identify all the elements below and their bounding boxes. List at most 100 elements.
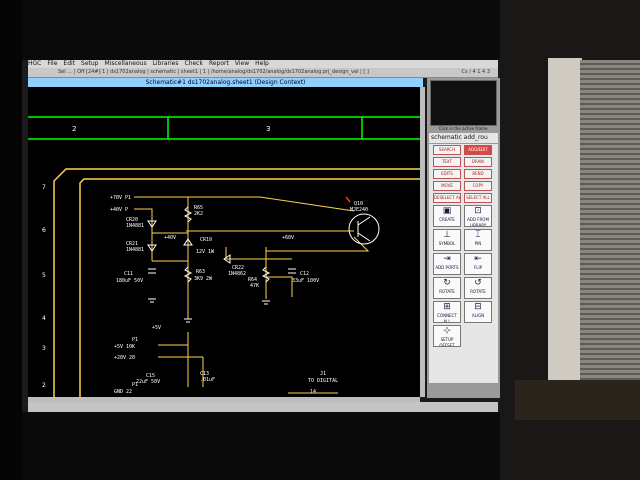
- add-from-library-tool-button[interactable]: ⊡ ADD FROM LIBRARY: [464, 205, 492, 227]
- tool-label: ADD PORTS: [435, 265, 459, 270]
- move-button[interactable]: MOVE: [433, 181, 461, 191]
- wire[interactable]: [265, 247, 293, 297]
- toolbar-path: Sel … | Off [24#] 1 | ds1702analog | sch…: [58, 69, 369, 75]
- menu-item-report[interactable]: Report: [209, 60, 229, 67]
- menu-bar: HGC File Edit Setup Miscellaneous Libraries Ch…: [28, 60, 498, 68]
- schematic-drawing[interactable]: 2 3 7 6 5 4 3 2 +70V P1 +40V P CR20 1N48…: [28, 87, 420, 397]
- net-label: +40V: [164, 235, 176, 241]
- net-label: +40V P: [110, 207, 128, 213]
- text-button[interactable]: TEXT: [433, 157, 461, 167]
- tool-label: CONNECT ALL: [437, 313, 457, 323]
- tool-row: ⇥ ADD PORTS ⇤ FLIP: [429, 252, 498, 276]
- flip-tool-button[interactable]: ⇤ FLIP: [464, 253, 492, 275]
- part-ref: P1: [132, 337, 138, 343]
- create-icon: ▣: [442, 206, 452, 216]
- menu-item-check[interactable]: Check: [185, 60, 203, 67]
- schematic-canvas[interactable]: 2 3 7 6 5 4 3 2 +70V P1 +40V P CR20 1N48…: [28, 87, 420, 397]
- ground-symbol: [148, 298, 270, 323]
- wire[interactable]: [225, 247, 292, 260]
- add-ports-icon: ⇥: [443, 254, 451, 264]
- button-row: MOVE COPY: [429, 180, 498, 192]
- rotate-icon: ↻: [443, 278, 451, 288]
- menu-item-edit[interactable]: Edit: [63, 60, 75, 67]
- net-label: +70V P1: [110, 195, 131, 201]
- document-title-bar[interactable]: Schematic#1 ds1702analog.sheet1 (Design …: [28, 78, 423, 87]
- zone-label: 3: [266, 125, 270, 133]
- net-label: +60V: [282, 235, 294, 241]
- tool-row: ▣ CREATE ⊡ ADD FROM LIBRARY: [429, 204, 498, 228]
- tool-label: ROTATE: [439, 289, 455, 294]
- symbol-tool-button[interactable]: ⊥ SYMBOL: [433, 229, 461, 251]
- vertical-scrollbar[interactable]: [420, 87, 425, 397]
- toolbar: Sel … | Off [24#] 1 | ds1702analog | sch…: [28, 68, 498, 78]
- pin-tool-button[interactable]: ⌶ PIN: [464, 229, 492, 251]
- pin-number: 14: [310, 389, 316, 395]
- copy-button[interactable]: COPY: [464, 181, 492, 191]
- tool-row: ⊹ SETUP OFFSET: [429, 324, 498, 348]
- tool-label: CREATE: [439, 217, 455, 222]
- create-tool-button[interactable]: ▣ CREATE: [433, 205, 461, 227]
- desk-shelf: [515, 380, 640, 420]
- row-label: 5: [42, 272, 46, 279]
- add-ports-tool-button[interactable]: ⇥ ADD PORTS: [433, 253, 461, 275]
- draw-button[interactable]: DRAW: [464, 157, 492, 167]
- coordinate-readout: Cs / 4 1 4 3: [461, 69, 490, 75]
- menu-item-libraries[interactable]: Libraries: [153, 60, 179, 67]
- overview-preview[interactable]: [430, 80, 497, 126]
- menu-item-view[interactable]: View: [235, 60, 249, 67]
- menu-item-setup[interactable]: Setup: [81, 60, 98, 67]
- wire-70v[interactable]: [134, 196, 355, 212]
- menu-item-hgc[interactable]: HGC: [28, 60, 41, 67]
- part-value: TO DIGITAL: [308, 378, 338, 384]
- part-ref: R63: [196, 269, 205, 275]
- deselect-all-button[interactable]: DESELECT ALL: [433, 193, 461, 203]
- tool-buttons: ▣ CREATE ⊡ ADD FROM LIBRARY ⊥ SYMBOL ⌶ PIN ⇥ ADD …: [429, 204, 498, 348]
- menu-item-miscellaneous[interactable]: Miscellaneous: [105, 60, 147, 67]
- part-value: .01uF: [200, 377, 215, 383]
- part-value: 2K2: [194, 211, 203, 217]
- transistor-q10[interactable]: [357, 216, 371, 226]
- part-ref: CR19: [200, 237, 212, 243]
- rotate-tool-button[interactable]: ↺ ROTATE: [464, 277, 492, 299]
- setup-offset-tool-button[interactable]: ⊹ SETUP OFFSET: [433, 325, 461, 347]
- side-panel: Click in the active frame schematic add_…: [427, 78, 500, 398]
- tool-row: ⊞ CONNECT ALL ⊟ ALIGN: [429, 300, 498, 324]
- tool-label: SETUP OFFSET: [439, 337, 455, 347]
- tool-label: ADD FROM LIBRARY: [467, 217, 489, 227]
- menu-item-help[interactable]: Help: [255, 60, 269, 67]
- status-bar: [28, 402, 498, 412]
- add-edit-button[interactable]: ADD/EDIT: [464, 145, 492, 155]
- button-row: SEARCH ADD/EDIT: [429, 144, 498, 156]
- part-value: 33uF 100V: [292, 278, 319, 284]
- select-all-button[interactable]: SELECT ALL: [464, 193, 492, 203]
- tool-label: FLIP: [473, 265, 483, 270]
- transistor-q10[interactable]: [348, 213, 380, 245]
- search-button[interactable]: SEARCH: [433, 145, 461, 155]
- menu-item-file[interactable]: File: [47, 60, 57, 67]
- bend-button[interactable]: BEND: [464, 169, 492, 179]
- window-frame: [548, 58, 582, 393]
- tool-row: ⊥ SYMBOL ⌶ PIN: [429, 228, 498, 252]
- part-ref: C11: [124, 271, 133, 277]
- tool-label: SYMBOL: [438, 241, 456, 246]
- connect-all-tool-button[interactable]: ⊞ CONNECT ALL: [433, 301, 461, 323]
- part-ref: P1: [132, 382, 138, 388]
- background-left: [0, 0, 22, 480]
- edits-button[interactable]: EDITS: [433, 169, 461, 179]
- add-from-library-icon: ⊡: [474, 206, 482, 216]
- part-value: MJE240: [350, 207, 368, 213]
- tool-label: ROTATE: [470, 289, 486, 294]
- setup-offset-icon: ⊹: [443, 326, 451, 336]
- mode-buttons: SEARCH ADD/EDIT TEXT DRAW EDITS BEND MOVE COPY D…: [429, 144, 498, 204]
- panel-title: schematic add_rou: [429, 133, 498, 144]
- window-blinds: [580, 60, 640, 390]
- tool-label: PIN: [474, 241, 482, 246]
- button-row: DESELECT ALL SELECT ALL: [429, 192, 498, 204]
- pin-icon: ⌶: [475, 230, 481, 240]
- rotate-tool-button[interactable]: ↻ ROTATE: [433, 277, 461, 299]
- align-tool-button[interactable]: ⊟ ALIGN: [464, 301, 492, 323]
- zone-label: 2: [72, 125, 76, 133]
- part-value: 12V 1W: [196, 249, 215, 255]
- net-label: +5V 10K: [114, 344, 135, 350]
- transistor-q10[interactable]: [357, 232, 371, 242]
